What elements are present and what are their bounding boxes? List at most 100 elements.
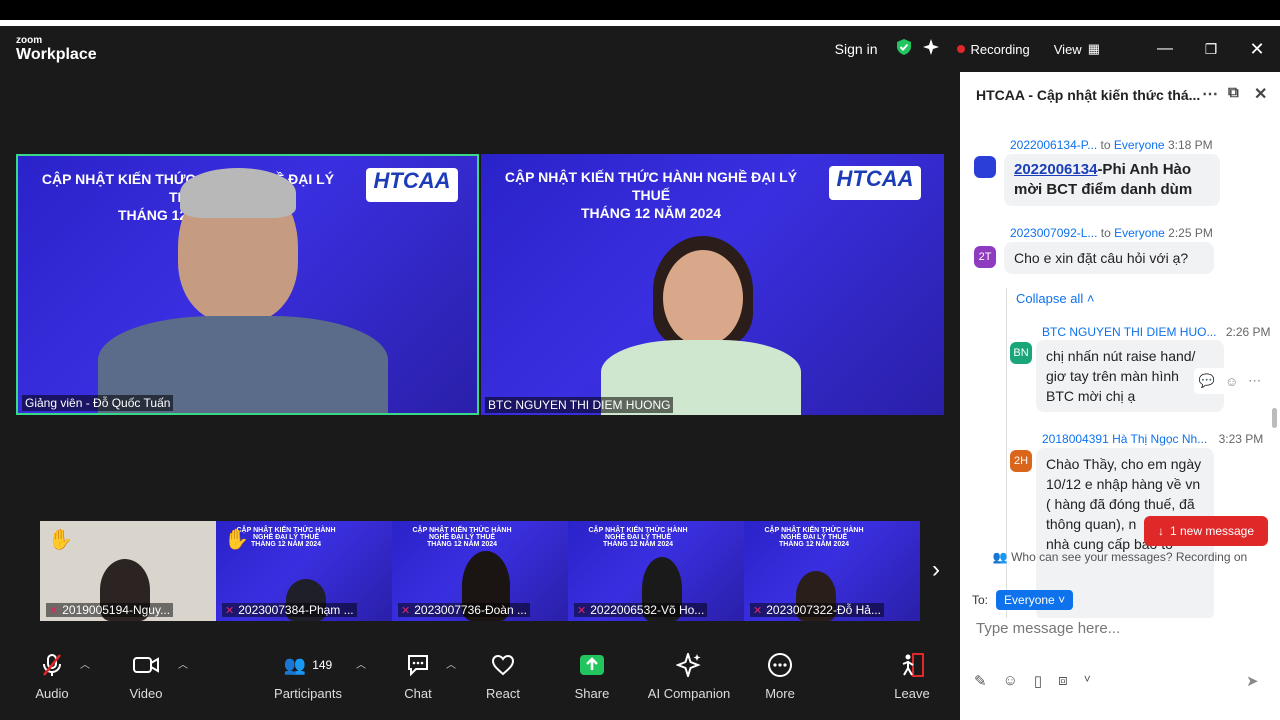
mic-muted-icon: ✕ bbox=[49, 604, 59, 617]
sender-name[interactable]: BTC NGUYEN THI DIEM HUO... bbox=[1042, 325, 1216, 339]
sender-name[interactable]: 2018004391 Hà Thị Ngọc Nh... bbox=[1042, 432, 1207, 446]
chat-options-chevron-icon[interactable]: ︿ bbox=[446, 656, 456, 671]
recording-indicator[interactable]: Recording bbox=[957, 41, 1030, 57]
participants-label: Participants bbox=[274, 686, 342, 701]
banner-text: CẬP NHẬT KIẾN THỨC HÀNH NGHỀ ĐẠI LÝ THUẾ… bbox=[501, 168, 801, 222]
participants-options-chevron-icon[interactable]: ︿ bbox=[356, 656, 366, 671]
message-meta: 2018004391 Hà Thị Ngọc Nh... 3:23 PM bbox=[1042, 432, 1263, 446]
video-tile-speaker[interactable]: CẬP NHẬT KIẾN THỨC HÀNH NGHỀ ĐẠI LÝ THUẾ… bbox=[16, 154, 479, 415]
share-button[interactable]: Share bbox=[570, 652, 614, 701]
reply-icon[interactable]: 💬 bbox=[1199, 373, 1215, 389]
audio-button[interactable]: Audio bbox=[30, 652, 74, 701]
recipient-selector: To: Everyone ˅ bbox=[972, 590, 1074, 610]
people-icon: 👥 bbox=[992, 550, 1008, 564]
emoji-react-icon[interactable]: ☺ bbox=[1225, 374, 1238, 389]
htcaa-logo: HTCAA bbox=[366, 168, 458, 202]
more-button[interactable]: More bbox=[760, 652, 800, 701]
banner-mini: CẬP NHẬT KIẾN THỨC HÀNH NGHỀ ĐẠI LÝ THUẾ… bbox=[412, 527, 512, 548]
message-meta: BTC NGUYEN THI DIEM HUO... 2:26 PM bbox=[1042, 325, 1271, 339]
leave-label: Leave bbox=[894, 686, 930, 701]
video-tile-host[interactable]: CẬP NHẬT KIẾN THỨC HÀNH NGHỀ ĐẠI LÝ THUẾ… bbox=[481, 154, 944, 415]
visibility-text: Who can see your messages? Recording on bbox=[1011, 550, 1248, 564]
visibility-notice[interactable]: 👥 Who can see your messages? Recording o… bbox=[960, 550, 1280, 564]
close-chat-icon[interactable]: ✕ bbox=[1254, 84, 1267, 104]
thumbnail-3[interactable]: CẬP NHẬT KIẾN THỨC HÀNH NGHỀ ĐẠI LÝ THUẾ… bbox=[568, 521, 744, 621]
thumbnail-2[interactable]: CẬP NHẬT KIẾN THỨC HÀNH NGHỀ ĐẠI LÝ THUẾ… bbox=[392, 521, 568, 621]
new-message-button[interactable]: ↓ 1 new message bbox=[1144, 516, 1268, 546]
leave-button[interactable]: Leave bbox=[890, 652, 934, 701]
next-page-arrow-icon[interactable]: › bbox=[932, 556, 940, 584]
chat-button[interactable]: Chat bbox=[398, 652, 438, 701]
collapse-all-button[interactable]: Collapse all ˄ bbox=[1016, 291, 1094, 306]
screenshot-icon[interactable]: ⧈ bbox=[1058, 672, 1068, 690]
thumbnail-name: ✕ 2023007384-Phạm ... bbox=[222, 603, 357, 617]
thumbnail-0[interactable]: ✋ ✕ 2019005194-Nguy... bbox=[40, 521, 216, 621]
emoji-icon[interactable]: ☺ bbox=[1003, 672, 1018, 690]
share-screen-icon bbox=[570, 652, 614, 678]
video-button[interactable]: Video bbox=[124, 652, 168, 701]
more-options-icon[interactable]: ⋯ bbox=[1202, 84, 1218, 104]
tile-name-label: Giảng viên - Đỗ Quốc Tuấn bbox=[22, 395, 174, 411]
message-line: ( hàng đã đóng thuế, đã bbox=[1046, 496, 1195, 512]
title-bar: zoom Workplace Sign in Recording View ▦ … bbox=[0, 26, 1280, 72]
recording-label: Recording bbox=[970, 41, 1030, 57]
banner-mini: CẬP NHẬT KIẾN THỨC HÀNH NGHỀ ĐẠI LÝ THUẾ… bbox=[764, 527, 864, 548]
pop-out-icon[interactable]: ⧉ bbox=[1228, 84, 1239, 101]
message-input[interactable]: Type message here... bbox=[976, 620, 1120, 637]
file-icon[interactable]: ▯ bbox=[1034, 672, 1042, 690]
timestamp: 3:18 PM bbox=[1167, 138, 1213, 152]
sender-name[interactable]: 2023007092-L... bbox=[1010, 226, 1097, 240]
scrollbar-thumb[interactable] bbox=[1272, 408, 1277, 428]
logo-zoom-text: zoom bbox=[16, 35, 43, 46]
new-message-label: 1 new message bbox=[1169, 524, 1255, 538]
record-dot-icon bbox=[957, 45, 966, 53]
view-button[interactable]: View ▦ bbox=[1054, 41, 1100, 57]
format-text-icon[interactable]: ✎ bbox=[974, 672, 987, 690]
thumbnail-name: ✕ 2023007736-Đoàn ... bbox=[398, 603, 530, 617]
shield-icon[interactable] bbox=[895, 38, 913, 61]
participants-button[interactable]: 👥 149 Participants bbox=[270, 652, 346, 702]
video-options-chevron-icon[interactable]: ︿ bbox=[178, 656, 188, 671]
message-meta: 2022006134-P... to Everyone 3:18 PM bbox=[1010, 138, 1213, 152]
chat-bubble[interactable]: Cho e xin đặt câu hỏi với ạ? bbox=[1004, 242, 1214, 274]
more-actions-icon[interactable]: ⋯ bbox=[1248, 373, 1261, 389]
react-label: React bbox=[486, 686, 520, 701]
recipient-dropdown[interactable]: Everyone ˅ bbox=[996, 590, 1074, 610]
message-line: Chào Thầy, cho em ngày bbox=[1046, 456, 1202, 472]
timestamp: 2:26 PM bbox=[1225, 325, 1271, 339]
sign-in-button[interactable]: Sign in bbox=[835, 41, 878, 57]
grid-icon: ▦ bbox=[1087, 41, 1100, 56]
thumbnail-name: ✕ 2023007322-Đỗ Hả... bbox=[750, 603, 884, 617]
mention-link[interactable]: 2022006134 bbox=[1014, 161, 1097, 178]
zoom-window: zoom Workplace Sign in Recording View ▦ … bbox=[0, 0, 1280, 720]
meeting-toolbar: Audio ︿ Video ︿ 👥 149 Participants ︿ Chat… bbox=[0, 642, 960, 720]
recipient: Everyone bbox=[1113, 138, 1165, 152]
close-window-icon[interactable]: ✕ bbox=[1234, 39, 1280, 60]
more-dots-icon bbox=[760, 652, 800, 678]
to-text: to bbox=[1100, 138, 1111, 152]
react-button[interactable]: React bbox=[483, 652, 523, 701]
sparkle-icon[interactable] bbox=[923, 38, 941, 61]
thumbnail-4[interactable]: CẬP NHẬT KIẾN THỨC HÀNH NGHỀ ĐẠI LÝ THUẾ… bbox=[744, 521, 920, 621]
send-icon[interactable]: ➤ bbox=[1246, 672, 1259, 690]
video-stage: CẬP NHẬT KIẾN THỨC HÀNH NGHỀ ĐẠI LÝ THUẾ… bbox=[0, 72, 960, 642]
chat-bubble[interactable]: 2022006134-Phi Anh Hào mời BCT điểm danh… bbox=[1004, 154, 1220, 206]
ai-companion-button[interactable]: AI Companion bbox=[644, 652, 734, 701]
thumbnail-1[interactable]: CẬP NHẬT KIẾN THỨC HÀNH NGHỀ ĐẠI LÝ THUẾ… bbox=[216, 521, 392, 621]
chat-bubble-icon bbox=[398, 652, 438, 678]
timestamp: 2:25 PM bbox=[1168, 226, 1213, 240]
minimize-icon[interactable]: — bbox=[1142, 40, 1188, 58]
mic-muted-icon: ✕ bbox=[577, 604, 587, 617]
audio-options-chevron-icon[interactable]: ︿ bbox=[80, 656, 90, 671]
message-text: -Phi Anh Hào bbox=[1097, 161, 1192, 178]
zoom-logo: zoom Workplace bbox=[16, 36, 97, 63]
sender-avatar: BN bbox=[1010, 342, 1032, 364]
host-face bbox=[663, 250, 743, 346]
chat-panel: HTCAA - Cập nhật kiến thức thá... ⋯ ⧉ ✕ … bbox=[960, 72, 1280, 720]
chat-title: HTCAA - Cập nhật kiến thức thá... bbox=[976, 87, 1201, 103]
restore-icon[interactable]: ❐ bbox=[1188, 41, 1234, 58]
video-label: Video bbox=[129, 686, 163, 701]
chevron-down-icon[interactable]: ˅ bbox=[1084, 672, 1091, 690]
to-text: to bbox=[1100, 226, 1111, 240]
sender-name[interactable]: 2022006134-P... bbox=[1010, 138, 1097, 152]
